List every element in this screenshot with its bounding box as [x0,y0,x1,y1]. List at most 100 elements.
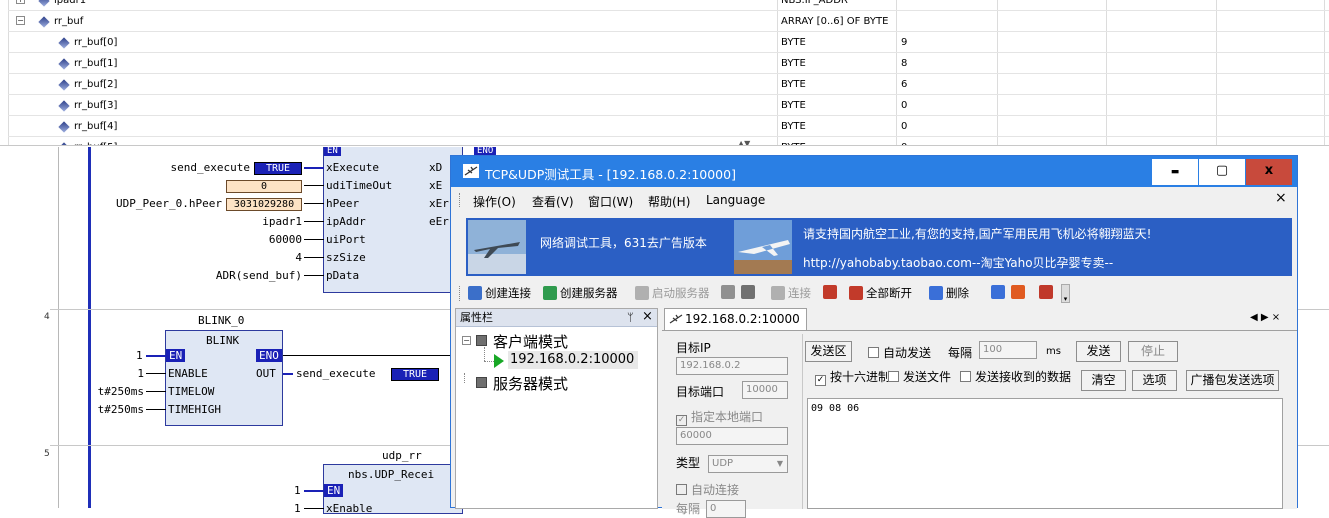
toolbar-button[interactable] [1039,285,1056,299]
toolbar-button[interactable]: 创建连接 [468,285,531,301]
play-icon [494,354,504,368]
watch-row[interactable]: rr_buf[0] BYTE 9 [8,32,1329,53]
minimize-button[interactable]: ▬ [1152,159,1198,185]
collapse-client-icon[interactable]: − [462,336,471,345]
tools-icon [1039,285,1053,299]
watch-name: rr_buf [54,16,84,27]
toolbar-button[interactable]: 删除 [929,285,969,301]
input-expression[interactable]: send_execute [171,161,250,174]
watch-row[interactable]: rr_buf[2] BYTE 6 [8,74,1329,95]
toolbar-overflow-icon[interactable]: ▾ [1061,284,1070,303]
watch-row[interactable]: + ipadr1 NBS.IP_ADDR [8,0,1329,11]
broadcast-options-button[interactable]: 广播包发送选项 [1186,370,1279,391]
gear-icon [991,285,1005,299]
toolbar-button[interactable] [991,285,1008,299]
input-expression[interactable]: ipadr1 [262,215,302,228]
clear-button[interactable]: 清空 [1081,370,1126,391]
toolbar-button[interactable] [823,285,840,299]
menu-help[interactable]: 帮助(H) [648,193,690,210]
tab-label: 192.168.0.2:10000 [685,312,800,326]
input-wire [304,203,324,204]
server-mode-node[interactable]: 服务器模式 [493,373,568,394]
checkbox-icon [868,347,879,358]
pin-icon[interactable]: ᛘ [627,309,634,326]
send-received-checkbox[interactable]: 发送接收到的数据 [960,368,1071,385]
menu-close-icon[interactable]: × [1275,190,1287,206]
splitter-arrows-icon[interactable]: ▲▼ [738,139,750,145]
target-port-field[interactable]: 10000 [742,381,788,399]
send-content-area[interactable]: 09 08 06 [807,398,1283,509]
toolbar-button[interactable]: 全部断开 [849,285,912,301]
en-pin: EN [324,147,341,156]
interval-field[interactable]: 100 [979,341,1037,359]
toolbar-button[interactable]: 启动服务器 [635,285,710,301]
type-select[interactable]: UDP ▼ [708,455,788,473]
watch-row[interactable]: rr_buf[1] BYTE 8 [8,53,1329,74]
folder-icon [476,335,487,346]
udp-rr-en-pin: EN [324,484,344,497]
toolbar-button[interactable]: 连接 [771,285,811,301]
watch-row[interactable]: rr_buf[4] BYTE 0 [8,116,1329,137]
menu-view[interactable]: 查看(V) [532,193,574,210]
menu-operate[interactable]: 操作(O) [473,193,516,210]
variable-icon [58,100,70,112]
toolbar-button[interactable] [741,285,758,299]
input-expression[interactable]: 1 [137,367,144,380]
hex-send-checkbox[interactable]: ✓ 按十六进制 [815,368,890,386]
close-button[interactable]: x [1246,159,1292,185]
client-mode-node[interactable]: 客户端模式 [493,331,568,352]
watch-row[interactable]: rr_buf[3] BYTE 0 [8,95,1329,116]
title-bar[interactable]: TCP&UDP测试工具 - [192.168.0.2:10000] ▬ ▢ x [451,156,1297,187]
options-button[interactable]: 选项 [1132,370,1177,391]
expand-icon[interactable]: + [16,0,25,4]
auto-send-checkbox[interactable]: 自动发送 [868,344,931,361]
send-area-button[interactable]: 发送区 [805,341,852,362]
local-port-checkbox[interactable]: ✓ 指定本地端口 [676,408,763,426]
panel-close-icon[interactable]: × [642,308,653,325]
input-wire [304,221,324,222]
target-ip-field[interactable]: 192.168.0.2 [676,357,788,375]
property-panel: 属性栏 ᛘ × − 客户端模式 192.168.0.2:10000 服务器模式 [455,308,658,509]
toolbar-button[interactable] [721,285,738,299]
input-expression[interactable]: t#250ms [98,385,144,398]
maximize-button[interactable]: ▢ [1199,159,1245,185]
stop-button[interactable]: 停止 [1128,341,1178,362]
tab-nav-icons[interactable]: ◀ ▶ × [1250,312,1280,323]
local-port-field[interactable]: 60000 [676,427,788,445]
client-connection-item[interactable]: 192.168.0.2:10000 [510,352,634,367]
menu-language[interactable]: Language [706,193,765,207]
input-wire [146,373,166,374]
input-pin: szSize [326,251,366,264]
watch-row[interactable]: rr_buf[5] BYTE 0 [8,137,1329,145]
input-expression[interactable]: t#250ms [98,403,144,416]
checkbox-icon [960,371,971,382]
toolbar-button[interactable]: 创建服务器 [543,285,618,301]
watch-row[interactable]: − rr_buf ARRAY [0..6] OF BYTE [8,11,1329,32]
auto-connect-checkbox[interactable]: 自动连接 [676,481,739,498]
input-wire [304,275,324,276]
input-expression[interactable]: 60000 [269,233,302,246]
interval2-field[interactable]: 0 [706,500,746,518]
toolbar-label: 全部断开 [866,286,912,300]
input-expression[interactable]: ADR(send_buf) [216,269,302,282]
menu-window[interactable]: 窗口(W) [588,193,633,210]
send-file-checkbox[interactable]: 发送文件 [888,368,951,385]
stop-icon [741,285,755,299]
tree-line [484,361,494,362]
ad-banner[interactable]: 网络调试工具，631去广告版本 请支持国内航空工业,有您的支持,国产军用民用飞机… [466,218,1292,276]
toolbar-button[interactable] [1011,285,1028,299]
input-expression[interactable]: UDP_Peer_0.hPeer [116,197,222,210]
banner-right-line2[interactable]: http://yahobaby.taobao.com--淘宝Yaho贝比孕婴专卖… [803,254,1113,271]
collapse-icon[interactable]: − [16,16,25,25]
watch-type: BYTE [781,137,806,145]
input-expression[interactable]: 4 [295,251,302,264]
variable-icon [38,0,50,7]
disconnect-icon [823,285,837,299]
minimize-icon: ▬ [1170,167,1180,177]
send-button[interactable]: 发送 [1076,341,1121,362]
out-variable[interactable]: send_execute [296,367,375,380]
input-wire [304,257,324,258]
tab-connection[interactable]: 192.168.0.2:10000 [664,308,807,330]
send-file-label: 发送文件 [903,370,952,384]
out-wire [283,373,293,375]
